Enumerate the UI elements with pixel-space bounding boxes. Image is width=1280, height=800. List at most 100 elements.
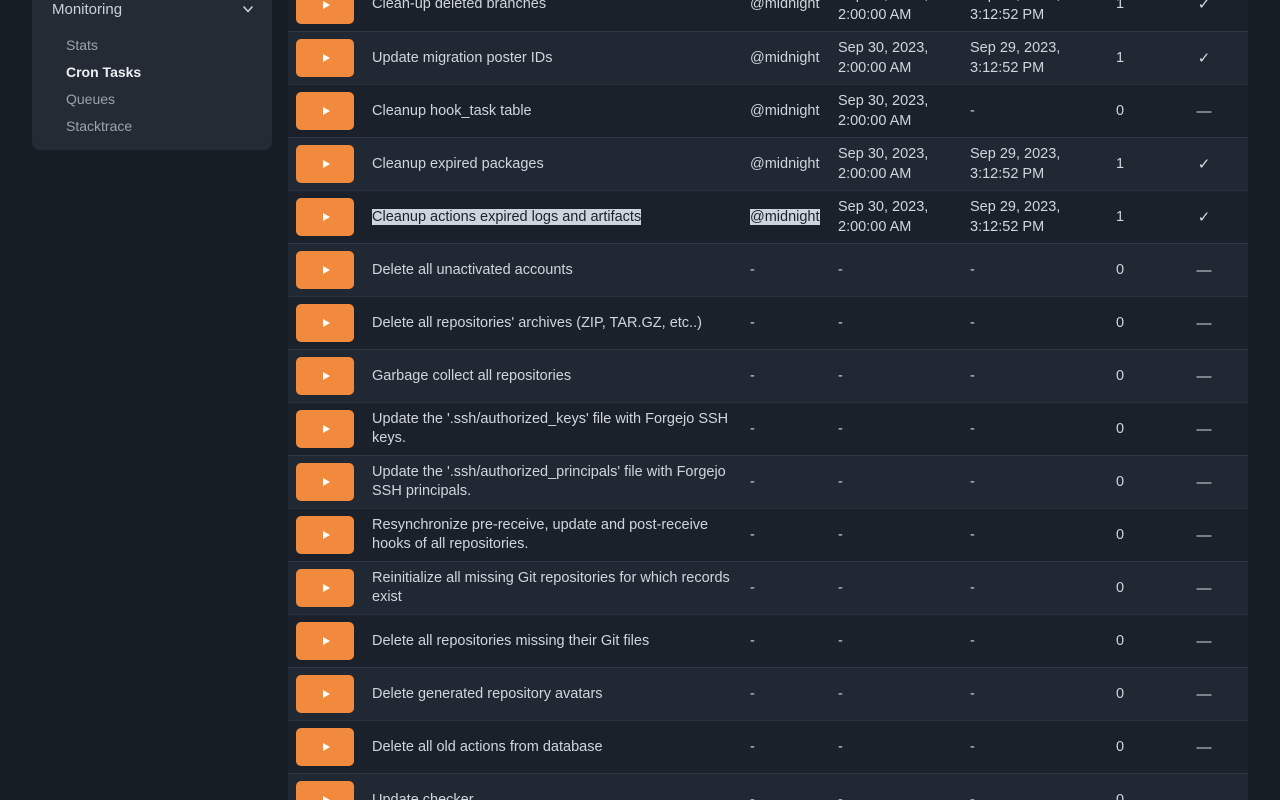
task-previous-run: - xyxy=(962,525,1092,545)
run-task-button[interactable] xyxy=(296,198,354,236)
task-name: Update checker xyxy=(372,792,474,800)
previous-run-date: Sep 29, 2023, xyxy=(970,144,1092,164)
task-schedule: - xyxy=(750,686,755,702)
task-next-run: - xyxy=(830,313,962,333)
task-next-run: - xyxy=(830,366,962,386)
sidebar-item-stacktrace[interactable]: Stacktrace xyxy=(32,113,272,140)
task-name: Resynchronize pre-receive, update and po… xyxy=(372,517,708,552)
run-task-button[interactable] xyxy=(296,0,354,24)
task-next-run: - xyxy=(830,260,962,280)
cron-task-row: Resynchronize pre-receive, update and po… xyxy=(288,508,1248,561)
previous-run-date: - xyxy=(970,101,1092,121)
cron-task-row: Update checker - - - 0 — xyxy=(288,773,1248,800)
run-task-button[interactable] xyxy=(296,357,354,395)
task-name-cell: Delete all repositories missing their Gi… xyxy=(364,632,742,651)
task-exec-count: 0 xyxy=(1092,685,1148,704)
task-name: Delete all repositories' archives (ZIP, … xyxy=(372,315,702,331)
cron-task-row: Delete all old actions from database - -… xyxy=(288,720,1248,773)
task-schedule: @midnight xyxy=(750,103,820,119)
run-task-button[interactable] xyxy=(296,410,354,448)
task-name-cell: Delete all repositories' archives (ZIP, … xyxy=(364,314,742,333)
run-task-button[interactable] xyxy=(296,251,354,289)
task-schedule-cell: @midnight xyxy=(742,0,830,14)
task-schedule-cell: @midnight xyxy=(742,208,830,227)
next-run-date: Sep 30, 2023, xyxy=(838,197,962,217)
task-schedule: - xyxy=(750,633,755,649)
play-icon xyxy=(323,531,330,539)
task-schedule: - xyxy=(750,739,755,755)
task-schedule-cell: - xyxy=(742,738,830,757)
play-icon xyxy=(323,213,330,221)
run-task-button[interactable] xyxy=(296,463,354,501)
task-name: Delete all old actions from database xyxy=(372,739,603,755)
play-icon xyxy=(323,372,330,380)
task-schedule: - xyxy=(750,315,755,331)
run-task-button[interactable] xyxy=(296,569,354,607)
sidebar-item-queues[interactable]: Queues xyxy=(32,86,272,113)
play-icon xyxy=(323,743,330,751)
task-schedule-cell: @midnight xyxy=(742,49,830,68)
sidebar-header-label: Monitoring xyxy=(52,1,122,18)
task-name: Garbage collect all repositories xyxy=(372,368,571,384)
cron-task-row: Delete all repositories missing their Gi… xyxy=(288,614,1248,667)
next-run-date: - xyxy=(838,578,962,598)
task-name: Clean-up deleted branches xyxy=(372,0,546,12)
task-next-run: Sep 30, 2023, 2:00:00 AM xyxy=(830,197,962,237)
previous-run-date: - xyxy=(970,737,1092,757)
sidebar-header-monitoring[interactable]: Monitoring xyxy=(32,0,272,18)
run-task-button[interactable] xyxy=(296,781,354,800)
run-task-button[interactable] xyxy=(296,622,354,660)
task-next-run: - xyxy=(830,684,962,704)
play-icon xyxy=(323,584,330,592)
cron-task-row: Delete all repositories' archives (ZIP, … xyxy=(288,296,1248,349)
sidebar-items: Stats Cron Tasks Queues Stacktrace xyxy=(32,32,272,140)
next-run-date: - xyxy=(838,419,962,439)
run-task-button[interactable] xyxy=(296,516,354,554)
task-status-icon: — xyxy=(1148,261,1248,280)
run-task-button[interactable] xyxy=(296,304,354,342)
task-status-icon: — xyxy=(1148,473,1248,492)
task-name: Cleanup actions expired logs and artifac… xyxy=(372,209,641,225)
task-schedule-cell: - xyxy=(742,261,830,280)
task-schedule-cell: - xyxy=(742,473,830,492)
previous-run-date: Sep 29, 2023, xyxy=(970,38,1092,58)
task-name: Delete generated repository avatars xyxy=(372,686,603,702)
task-status-icon: — xyxy=(1148,791,1248,800)
task-schedule-cell: - xyxy=(742,791,830,800)
task-exec-count: 1 xyxy=(1092,49,1148,68)
task-name: Cleanup expired packages xyxy=(372,156,544,172)
task-status-icon: ✓ xyxy=(1148,155,1248,174)
task-next-run: Sep 30, 2023, 2:00:00 AM xyxy=(830,38,962,78)
task-next-run: - xyxy=(830,578,962,598)
sidebar-item-cron-tasks[interactable]: Cron Tasks xyxy=(32,59,272,86)
task-exec-count: 1 xyxy=(1092,208,1148,227)
task-name: Update migration poster IDs xyxy=(372,50,553,66)
play-icon xyxy=(323,478,330,486)
next-run-date: - xyxy=(838,631,962,651)
run-task-button[interactable] xyxy=(296,728,354,766)
play-icon xyxy=(323,425,330,433)
task-status-icon: ✓ xyxy=(1148,0,1248,14)
previous-run-date: - xyxy=(970,472,1092,492)
task-previous-run: - xyxy=(962,101,1092,121)
next-run-date: - xyxy=(838,684,962,704)
task-name-cell: Delete all unactivated accounts xyxy=(364,261,742,280)
next-run-time: 2:00:00 AM xyxy=(838,164,962,184)
run-task-button[interactable] xyxy=(296,39,354,77)
previous-run-date: - xyxy=(970,525,1092,545)
task-next-run: - xyxy=(830,525,962,545)
task-next-run: - xyxy=(830,631,962,651)
task-schedule: - xyxy=(750,474,755,490)
play-icon xyxy=(323,1,330,9)
task-schedule: - xyxy=(750,262,755,278)
run-task-button[interactable] xyxy=(296,145,354,183)
play-icon xyxy=(323,690,330,698)
run-task-button[interactable] xyxy=(296,675,354,713)
task-status-icon: ✓ xyxy=(1148,208,1248,227)
run-task-button[interactable] xyxy=(296,92,354,130)
sidebar-item-stats[interactable]: Stats xyxy=(32,32,272,59)
cron-task-row: Cleanup actions expired logs and artifac… xyxy=(288,190,1248,243)
task-schedule: - xyxy=(750,792,755,800)
next-run-date: - xyxy=(838,737,962,757)
play-icon xyxy=(323,107,330,115)
